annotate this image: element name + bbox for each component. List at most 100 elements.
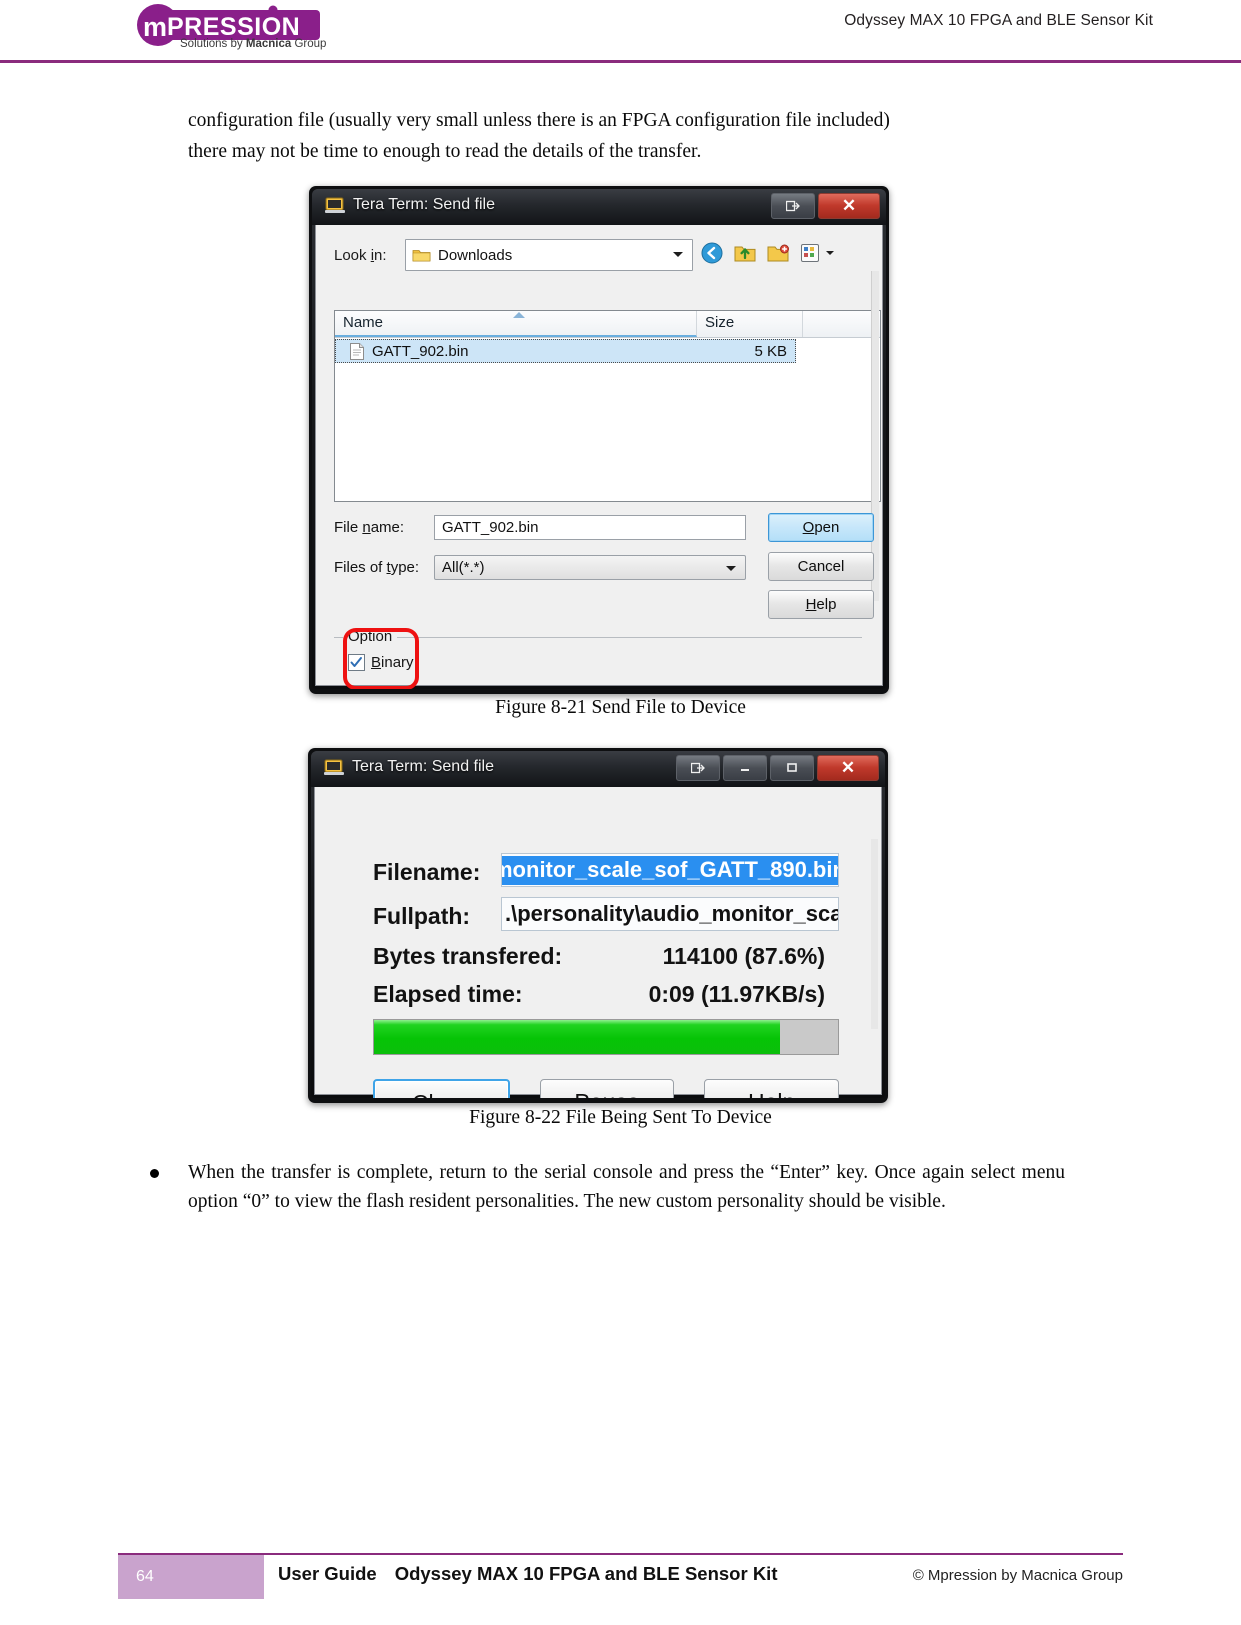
open-button[interactable]: Open [768, 513, 874, 542]
page-number-badge: 64 [118, 1555, 264, 1599]
figure-file-transfer-dialog: Tera Term: Send file ✕ Filename: monitor… [308, 748, 888, 1103]
pause-button[interactable]: Pause [539, 1079, 675, 1098]
page-header: m PRESSION Solutions by Macnica Group Od… [0, 0, 1241, 63]
page-number: 64 [136, 1568, 154, 1585]
figure-send-file-dialog: Tera Term: Send file ✕ Look in: Download… [309, 186, 889, 694]
option-group-legend: Option [343, 628, 398, 645]
column-header-filler [803, 311, 878, 337]
binary-checkbox[interactable] [348, 654, 365, 671]
file-name-input[interactable]: GATT_902.bin [434, 515, 746, 540]
titlebar-buttons: ✕ [771, 193, 880, 219]
filename-field[interactable]: monitor_scale_sof_GATT_890.bin [501, 853, 839, 887]
close-button[interactable]: ✕ [818, 193, 880, 219]
filename-label: Filename: [373, 859, 481, 885]
fullpath-field[interactable]: .\personality\audio_monitor_scale [501, 897, 839, 931]
chevron-down-icon [726, 566, 736, 571]
figure-2-caption: Figure 8-22 File Being Sent To Device [469, 1107, 772, 1128]
files-of-type-label: Files of type: [334, 559, 420, 576]
footer-doc-title: Odyssey MAX 10 FPGA and BLE Sensor Kit [394, 1563, 778, 1584]
file-list-row[interactable]: GATT_902.bin 5 KB [335, 339, 796, 363]
svg-text:PRESSION: PRESSION [167, 13, 300, 41]
paragraph-line-1: configuration file (usually very small u… [188, 110, 890, 131]
mpression-logo: m PRESSION Solutions by Macnica Group [135, 4, 330, 54]
figure-1-caption: Figure 8-21 Send File to Device [495, 697, 746, 718]
dialog-button-row: Close Pause Help [373, 1079, 840, 1098]
look-in-combobox[interactable]: Downloads [405, 239, 693, 271]
views-icon [801, 244, 819, 262]
window-title: Tera Term: Send file [352, 758, 494, 775]
transfer-progress-bar [373, 1019, 839, 1055]
file-icon [350, 342, 364, 360]
dialog-body: Look in: Downloads Name Size GATT_902.bi… [315, 225, 883, 689]
footer-doc-type: User Guide [278, 1563, 377, 1584]
file-size-cell: 5 KB [754, 342, 787, 360]
look-in-row: Look in: Downloads [316, 239, 882, 271]
logo-tagline-pre: Solutions by [180, 38, 246, 50]
new-folder-icon[interactable] [766, 241, 790, 265]
window-frame: Tera Term: Send file ✕ Look in: Download… [312, 189, 886, 689]
binary-checkbox-wrapper[interactable]: Binary [348, 654, 414, 671]
footer-center-text: User Guide Odyssey MAX 10 FPGA and BLE Se… [278, 1563, 777, 1585]
file-name-cell: GATT_902.bin [372, 342, 469, 360]
folder-icon [412, 250, 431, 262]
navigation-icons [700, 241, 834, 265]
help-button[interactable]: Help [704, 1079, 840, 1098]
window-title: Tera Term: Send file [353, 196, 495, 213]
bullet-item: When the transfer is complete, return to… [150, 1158, 1065, 1216]
sort-ascending-icon [513, 312, 525, 318]
file-list-header: Name Size [335, 311, 880, 338]
header-divider [0, 60, 1241, 63]
column-header-size[interactable]: Size [697, 311, 803, 337]
logo-tagline-brand: Macnica [245, 38, 292, 50]
teraterm-icon [324, 759, 344, 775]
look-in-label: Look in: [334, 247, 387, 264]
fullpath-label: Fullpath: [373, 903, 471, 929]
elapsed-time-label: Elapsed time: [373, 981, 523, 1007]
intro-paragraph: configuration file (usually very small u… [188, 105, 1065, 167]
restore-export-button[interactable] [676, 755, 720, 781]
up-folder-icon[interactable] [733, 241, 757, 265]
bullet-text: When the transfer is complete, return to… [188, 1162, 1065, 1212]
fullpath-value: .\personality\audio_monitor_scale [505, 901, 839, 926]
bytes-transfered-value: 114100 (87.6%) [662, 943, 825, 969]
titlebar: Tera Term: Send file ✕ [311, 751, 885, 787]
views-control[interactable] [799, 241, 834, 265]
cancel-button[interactable]: Cancel [768, 552, 874, 581]
look-in-value: Downloads [438, 246, 513, 264]
titlebar-buttons: ✕ [676, 755, 879, 781]
bytes-transfered-label: Bytes transfered: [373, 943, 563, 969]
logo-tagline-post: Group [291, 38, 327, 50]
page-footer: 64 User Guide Odyssey MAX 10 FPGA and BLE… [0, 1553, 1241, 1625]
chevron-down-icon [826, 251, 834, 255]
bullet-marker-icon [150, 1169, 159, 1178]
close-button[interactable]: ✕ [817, 755, 879, 781]
chevron-down-icon [673, 252, 683, 257]
footer-copyright: © Mpression by Macnica Group [912, 1567, 1123, 1584]
filename-value: monitor_scale_sof_GATT_890.bin [502, 855, 838, 885]
file-list[interactable]: Name Size GATT_902.bin 5 KB [334, 310, 881, 502]
group-divider [334, 637, 862, 638]
binary-checkbox-label: Binary [371, 654, 414, 671]
titlebar: Tera Term: Send file ✕ [312, 189, 886, 225]
paragraph-line-2: there may not be time to enough to read … [188, 141, 702, 162]
help-button[interactable]: Help [768, 590, 874, 619]
files-of-type-select[interactable]: All(*.*) [434, 555, 746, 580]
file-name-row: File name: GATT_902.bin [334, 515, 746, 540]
back-icon[interactable] [700, 241, 724, 265]
dialog-body: Filename: monitor_scale_sof_GATT_890.bin… [314, 787, 882, 1098]
checkmark-icon [350, 657, 362, 667]
option-group: Option Binary [334, 628, 862, 689]
restore-export-button[interactable] [771, 193, 815, 219]
window-frame: Tera Term: Send file ✕ Filename: monitor… [311, 751, 885, 1098]
header-title: Odyssey MAX 10 FPGA and BLE Sensor Kit [844, 12, 1153, 29]
files-of-type-value: All(*.*) [442, 559, 485, 576]
elapsed-time-value: 0:09 (11.97KB/s) [648, 981, 825, 1007]
transfer-progress-fill [374, 1020, 781, 1054]
maximize-button[interactable] [770, 755, 814, 781]
close-button[interactable]: Close [373, 1079, 510, 1098]
dialog-scrollbar[interactable] [871, 839, 878, 1029]
files-of-type-row: Files of type: All(*.*) [334, 555, 746, 580]
minimize-button[interactable] [723, 755, 767, 781]
footer-divider [118, 1553, 1123, 1555]
svg-text:m: m [143, 12, 167, 42]
